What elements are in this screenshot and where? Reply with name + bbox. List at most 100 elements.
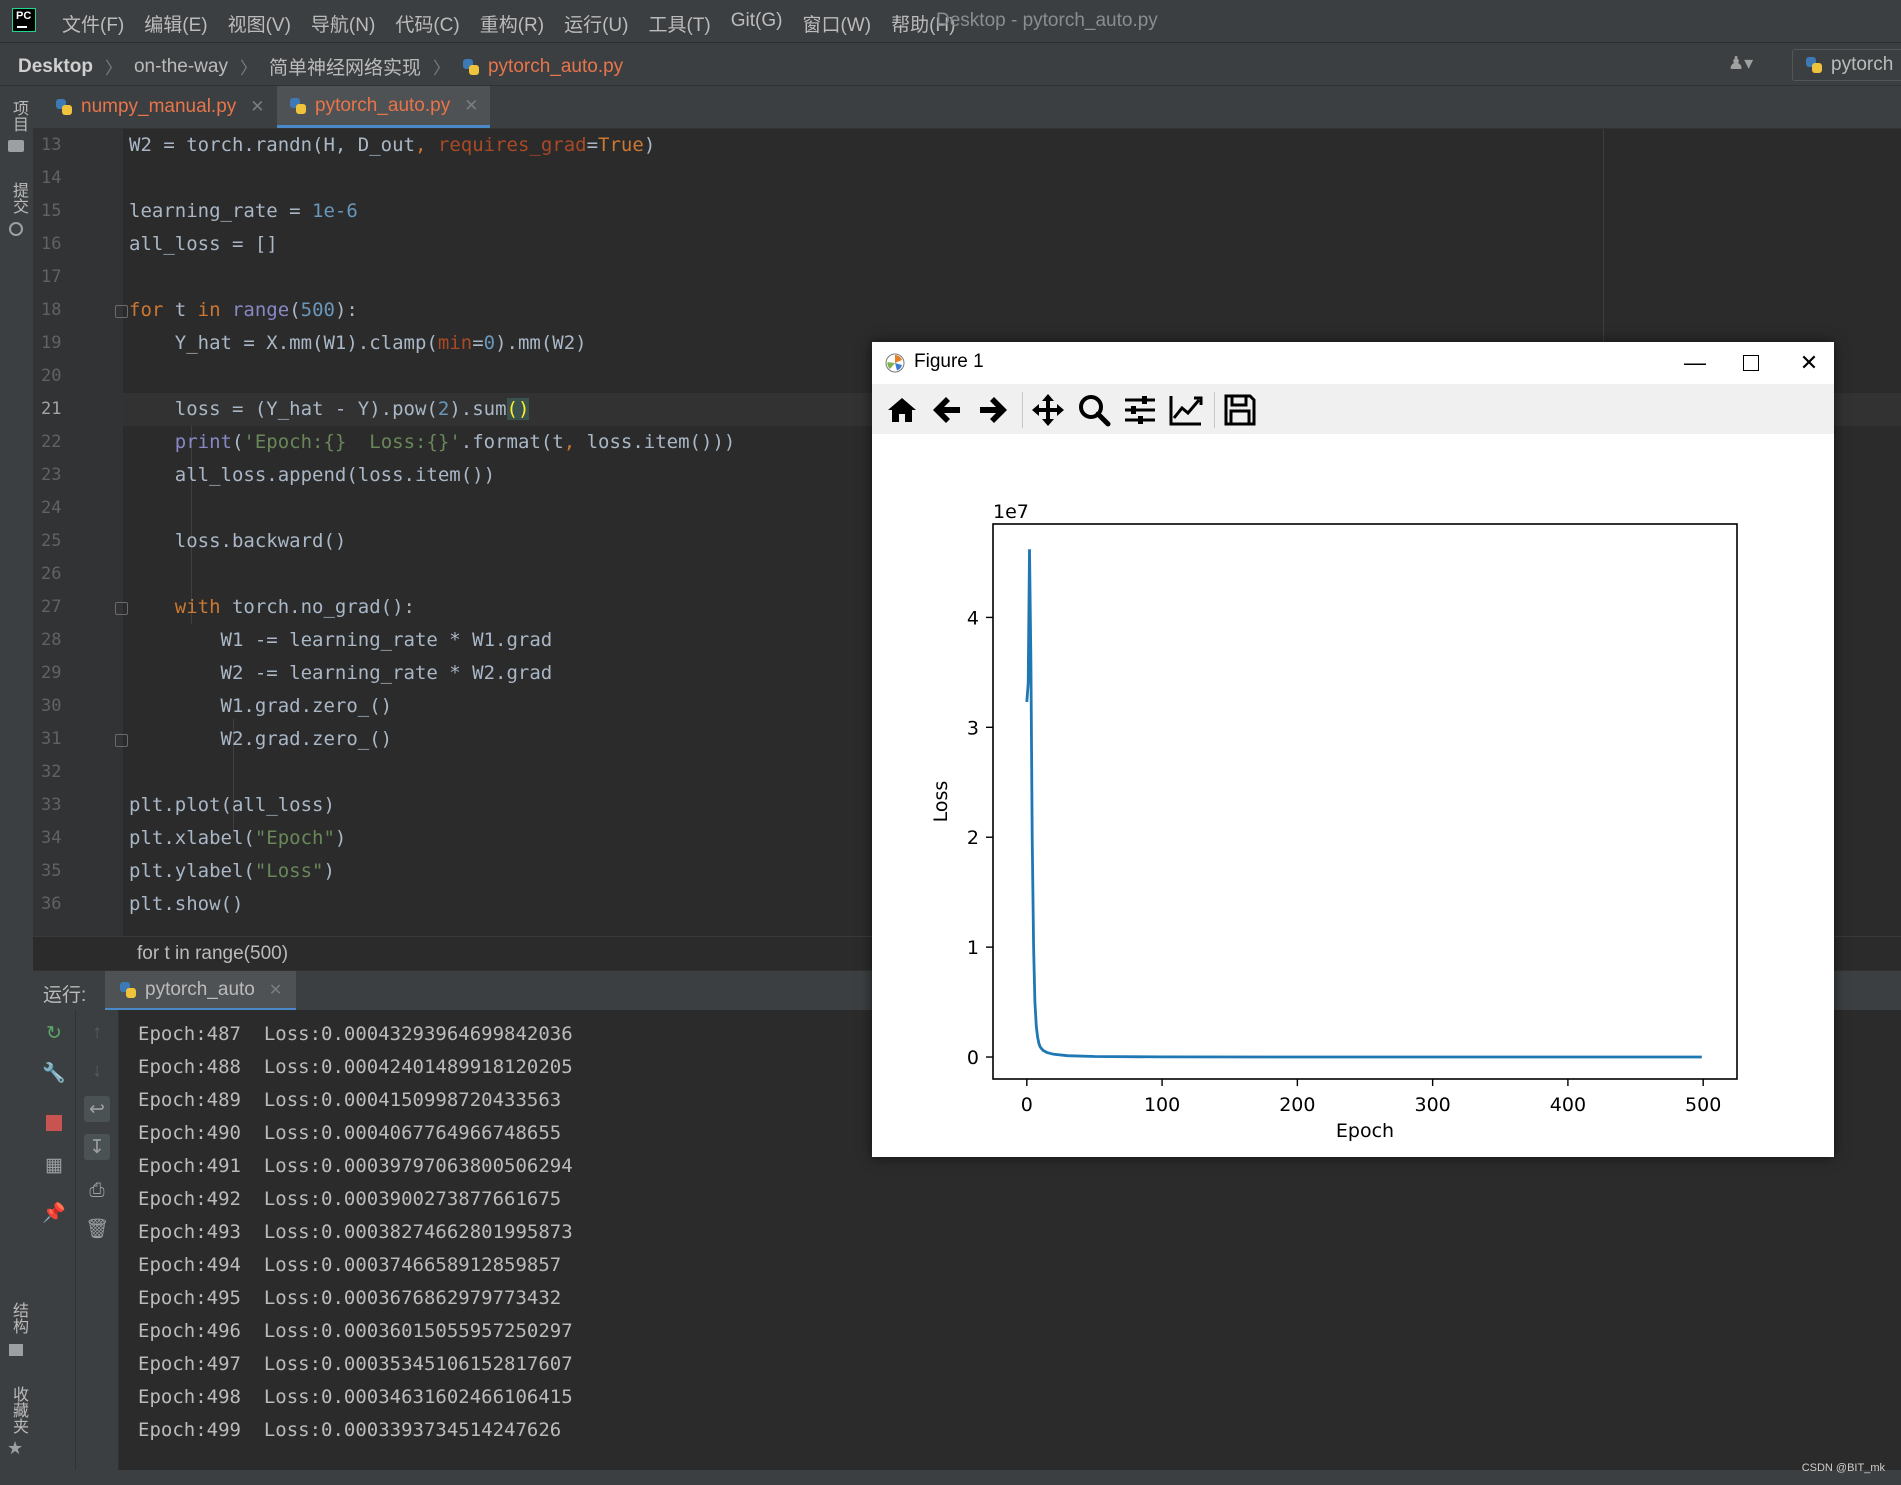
loss-series-line (1025, 549, 1702, 1059)
console-line: Epoch:488 Loss:0.00042401489918120205 (138, 1056, 573, 1078)
menu-item[interactable]: 代码(C) (385, 10, 469, 37)
code-text: all_loss = [] (129, 233, 278, 255)
x-tick-label: 400 (1550, 1094, 1586, 1116)
breadcrumb-folder[interactable]: 简单神经网络实现 (269, 53, 421, 80)
x-tick-label: 0 (1021, 1094, 1033, 1116)
console-line: Epoch:493 Loss:0.00038274662801995873 (138, 1221, 573, 1243)
menu-item[interactable]: 导航(N) (301, 10, 385, 37)
line-number: 26 (41, 564, 62, 584)
forward-arrow-icon[interactable] (974, 392, 1010, 428)
line-number: 33 (41, 795, 62, 815)
line-number: 29 (41, 663, 62, 683)
code-text: W1.grad.zero_() (129, 695, 393, 717)
print-icon[interactable]: ⎙ (84, 1178, 110, 1204)
code-text: W2 = torch.randn(H, D_out, requires_grad… (129, 134, 656, 156)
y-tick-label: 0 (967, 1047, 979, 1069)
code-text: with torch.no_grad(): (174, 596, 415, 618)
favorites-tool-button[interactable]: 收藏夹 (6, 1386, 30, 1434)
code-text: all_loss.append(loss.item()) (129, 464, 496, 486)
code-line[interactable]: 17 (33, 261, 1901, 294)
console-line: Epoch:498 Loss:0.00034631602466106415 (138, 1386, 573, 1408)
console-line: Epoch:496 Loss:0.00036015055957250297 (138, 1320, 573, 1342)
stop-icon[interactable] (41, 1110, 67, 1136)
tab-numpy-manual[interactable]: numpy_manual.py ✕ (43, 86, 277, 128)
code-line[interactable]: 16 all_loss = [] (33, 228, 1901, 261)
tab-pytorch-auto[interactable]: pytorch_auto.py ✕ (277, 86, 491, 128)
menu-item[interactable]: 重构(R) (470, 10, 554, 37)
code-breadcrumb[interactable]: for t in range(500) (137, 943, 288, 965)
menu-item[interactable]: 运行(U) (554, 10, 638, 37)
run-tab-label: pytorch_auto (145, 978, 255, 1000)
edit-axis-icon[interactable] (1168, 392, 1204, 428)
python-icon (1805, 56, 1823, 74)
close-icon[interactable]: ✕ (1786, 346, 1832, 380)
line-number: 22 (41, 432, 62, 452)
menu-item[interactable]: 视图(V) (218, 10, 301, 37)
pin-icon[interactable]: 📌 (41, 1200, 67, 1226)
code-text: Y_hat = X.mm(W1).clamp(min=0).mm(W2) (129, 332, 587, 354)
window-title: Desktop - pytorch_auto.py (936, 10, 1158, 31)
y-tick-label: 2 (967, 827, 979, 849)
breadcrumb-file[interactable]: pytorch_auto.py (488, 56, 623, 78)
left-tool-strip: 项目 提交 结构 收藏夹 ★ (0, 86, 34, 1485)
project-tool-button[interactable]: 项目 (6, 100, 30, 132)
code-line[interactable]: 15 learning_rate = 1e-6 (33, 195, 1901, 228)
menu-item[interactable]: 编辑(E) (134, 10, 217, 37)
commit-tool-button[interactable]: 提交 (6, 182, 30, 214)
code-line[interactable]: 13 W2 = torch.randn(H, D_out, requires_gr… (33, 129, 1901, 162)
fold-marker-icon[interactable] (115, 602, 128, 615)
folder-icon (8, 140, 24, 152)
code-text: W2 -= learning_rate * W2.grad (129, 662, 553, 684)
code-line[interactable]: 18 for t in range(500): (33, 294, 1901, 327)
line-number: 27 (41, 597, 62, 617)
run-label: 运行: (43, 985, 87, 1006)
figure-canvas[interactable]: 0 100 200 300 400 500 0 1 2 3 4 1e7 Epoch Loss (872, 434, 1834, 1157)
breadcrumb-on-the-way[interactable]: on-the-way (134, 56, 228, 78)
menubar: PC 文件(F) 编辑(E) 视图(V) 导航(N) 代码(C) 重构(R) 运行(U) 工具… (0, 0, 1901, 43)
rerun-icon[interactable]: ↻ (41, 1020, 67, 1046)
line-number: 24 (41, 498, 62, 518)
menu-item[interactable]: 窗口(W) (792, 10, 881, 37)
wrench-icon[interactable]: 🔧 (41, 1060, 67, 1086)
code-line[interactable]: 14 (33, 162, 1901, 195)
code-text: plt.show() (129, 893, 244, 915)
save-icon[interactable] (1222, 392, 1258, 428)
down-arrow-icon[interactable]: ↓ (84, 1058, 110, 1084)
zoom-icon[interactable] (1076, 392, 1112, 428)
figure-titlebar: Figure 1 — ✕ (872, 342, 1834, 384)
menu-item[interactable]: 工具(T) (638, 10, 720, 37)
trash-icon[interactable]: 🗑 (84, 1216, 110, 1242)
maximize-icon[interactable] (1728, 346, 1774, 380)
code-text: loss = (Y_hat - Y).pow(2).sum() (129, 398, 530, 420)
pan-icon[interactable] (1030, 392, 1066, 428)
toolbar-separator (1214, 392, 1215, 428)
layout-icon[interactable]: ▦ (41, 1152, 67, 1178)
python-icon (119, 981, 137, 999)
close-icon[interactable]: ✕ (464, 96, 478, 116)
home-icon[interactable] (884, 392, 920, 428)
structure-tool-button[interactable]: 结构 (6, 1302, 30, 1334)
console-line: Epoch:490 Loss:0.0004067764966748655 (138, 1122, 562, 1144)
soft-wrap-icon[interactable]: ↩ (84, 1096, 110, 1122)
menu-item[interactable]: Git(G) (721, 10, 793, 37)
user-account-icon[interactable]: ♟▾ (1728, 53, 1753, 74)
breadcrumb-desktop[interactable]: Desktop (18, 56, 93, 78)
fold-marker-icon[interactable] (115, 305, 128, 318)
run-configuration-selector[interactable]: pytorch (1792, 49, 1901, 81)
run-tab-pytorch-auto[interactable]: pytorch_auto ✕ (105, 971, 297, 1011)
close-icon[interactable]: ✕ (250, 97, 264, 117)
y-tick-label: 3 (967, 717, 979, 739)
menu-item[interactable]: 文件(F) (52, 10, 134, 37)
line-number: 16 (41, 234, 62, 254)
subplots-icon[interactable] (1122, 392, 1158, 428)
x-tick-label: 100 (1144, 1094, 1180, 1116)
tab-label: pytorch_auto.py (315, 94, 451, 116)
line-number: 31 (41, 729, 62, 749)
scroll-to-end-icon[interactable]: ↧ (84, 1134, 110, 1160)
up-arrow-icon[interactable]: ↑ (84, 1020, 110, 1046)
console-line: Epoch:492 Loss:0.0003900273877661675 (138, 1188, 562, 1210)
close-icon[interactable]: ✕ (269, 980, 282, 1000)
fold-marker-icon[interactable] (115, 734, 128, 747)
back-arrow-icon[interactable] (930, 392, 966, 428)
minimize-icon[interactable]: — (1672, 346, 1718, 380)
